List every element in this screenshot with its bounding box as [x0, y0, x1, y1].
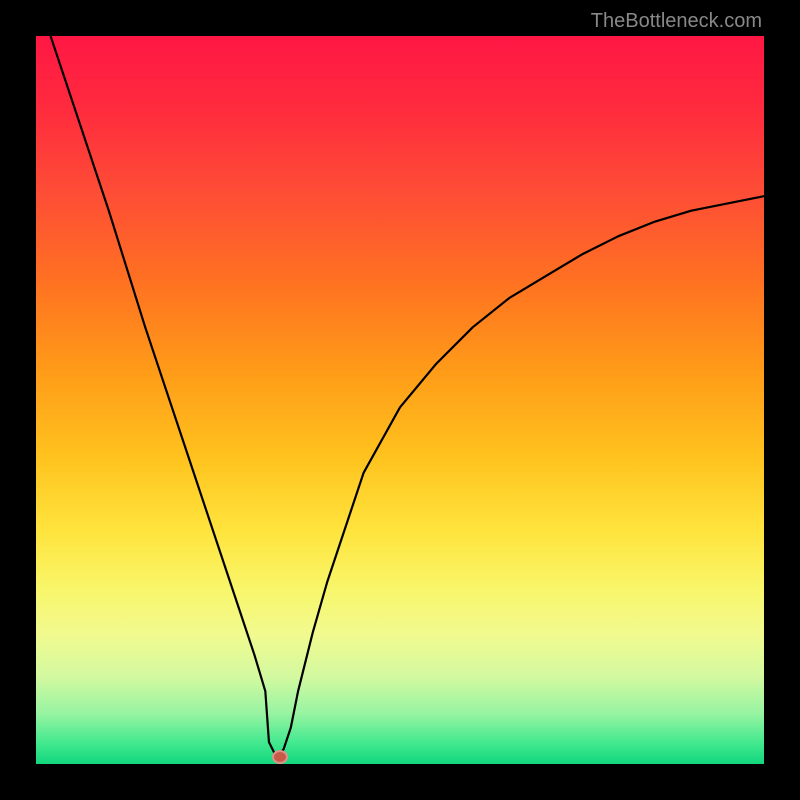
- chart-frame: TheBottleneck.com: [0, 0, 800, 800]
- watermark-text: TheBottleneck.com: [591, 10, 762, 33]
- plot-area: [36, 36, 764, 764]
- optimal-point-marker: [272, 750, 288, 764]
- bottleneck-curve: [36, 36, 764, 764]
